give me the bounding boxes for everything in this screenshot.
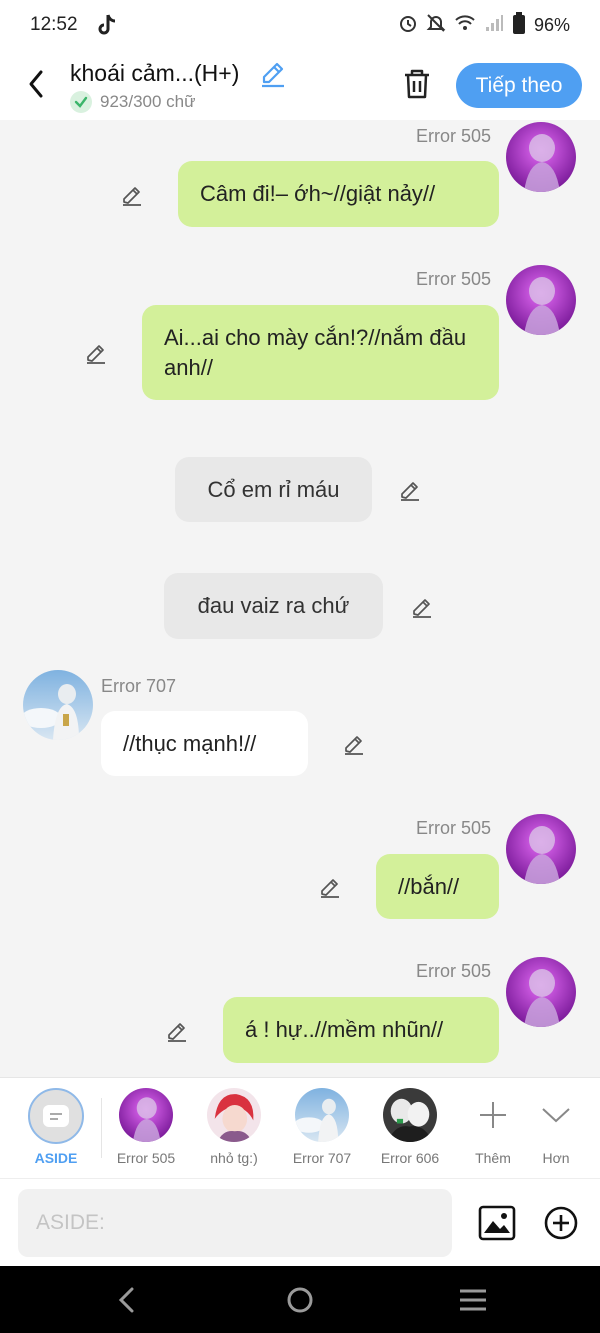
wifi-icon xyxy=(454,13,476,38)
speaker-name: Error 505 xyxy=(416,961,492,981)
divider xyxy=(101,1098,102,1158)
speaker-name: Error 505 xyxy=(416,126,492,146)
speaker-name: Error 707 xyxy=(101,676,177,696)
nav-home-button[interactable] xyxy=(286,1286,314,1319)
character-error-505[interactable]: Error 505 xyxy=(106,1088,186,1166)
more-characters-button[interactable]: Hơn xyxy=(516,1088,596,1166)
pencil-icon[interactable] xyxy=(84,341,108,365)
speaker-name: Error 505 xyxy=(416,269,492,289)
character-selector: ASIDE Error 505 nhỏ tg:) Error 707 Error… xyxy=(0,1077,600,1178)
plus-circle-icon xyxy=(544,1206,578,1240)
system-nav-bar xyxy=(0,1266,600,1333)
status-bar: 12:52 96% xyxy=(0,0,600,50)
home-icon xyxy=(287,1287,313,1313)
nav-recents-button[interactable] xyxy=(458,1288,488,1317)
avatar[interactable] xyxy=(506,265,576,335)
character-label: Error 606 xyxy=(380,1150,440,1166)
pencil-icon[interactable] xyxy=(398,478,422,502)
avatar xyxy=(295,1088,349,1142)
avatar[interactable] xyxy=(23,670,93,740)
character-label: nhỏ tg:) xyxy=(210,1150,258,1166)
pencil-icon[interactable] xyxy=(410,595,434,619)
character-label: Hơn xyxy=(542,1150,570,1166)
avatar xyxy=(119,1088,173,1142)
signal-icon xyxy=(484,13,504,38)
chevron-down-icon xyxy=(516,1088,596,1142)
pencil-icon[interactable] xyxy=(318,875,342,899)
message-bubble[interactable]: //bắn// xyxy=(376,854,499,919)
message-input[interactable] xyxy=(18,1189,452,1257)
character-label: Error 505 xyxy=(116,1150,176,1166)
avatar[interactable] xyxy=(506,122,576,192)
pencil-icon[interactable] xyxy=(165,1019,189,1043)
tiktok-icon xyxy=(96,13,118,42)
battery-icon xyxy=(512,12,526,39)
edit-title-button[interactable] xyxy=(258,58,288,93)
aside-bubble[interactable]: đau vaiz ra chứ xyxy=(164,573,383,639)
character-label: Error 707 xyxy=(292,1150,352,1166)
back-button[interactable] xyxy=(20,66,52,102)
word-count: 923/300 chữ xyxy=(70,91,196,113)
image-icon xyxy=(478,1205,516,1241)
pencil-icon xyxy=(262,62,284,88)
chat-area[interactable]: Error 505 Câm đi!– ớh~//giật nảy// Error… xyxy=(0,120,600,1077)
avatar[interactable] xyxy=(506,957,576,1027)
check-icon xyxy=(70,91,92,113)
mute-icon xyxy=(426,13,446,38)
pencil-icon[interactable] xyxy=(120,183,144,207)
character-nho-tg[interactable]: nhỏ tg:) xyxy=(194,1088,274,1166)
character-error-606[interactable]: Error 606 xyxy=(370,1088,450,1166)
back-icon xyxy=(118,1287,134,1313)
message-bubble[interactable]: Ai...ai cho mày cắn!?//nắm đầu anh// xyxy=(142,305,499,400)
trash-icon xyxy=(405,69,429,99)
next-button[interactable]: Tiếp theo xyxy=(456,63,582,108)
aside-icon xyxy=(28,1088,84,1144)
add-button[interactable] xyxy=(544,1206,578,1245)
battery-percentage: 96% xyxy=(533,15,570,35)
alarm-icon xyxy=(398,13,418,38)
character-error-707[interactable]: Error 707 xyxy=(282,1088,362,1166)
status-time: 12:52 xyxy=(30,14,78,35)
insert-image-button[interactable] xyxy=(478,1205,516,1246)
aside-bubble[interactable]: Cổ em rỉ máu xyxy=(175,457,372,522)
message-bubble[interactable]: Câm đi!– ớh~//giật nảy// xyxy=(178,161,499,227)
avatar[interactable] xyxy=(506,814,576,884)
speaker-name: Error 505 xyxy=(416,818,492,838)
message-bubble[interactable]: //thục mạnh!// xyxy=(101,711,308,776)
avatar xyxy=(207,1088,261,1142)
page-title: khoái cảm...(H+) xyxy=(70,60,240,86)
avatar xyxy=(383,1088,437,1142)
pencil-icon[interactable] xyxy=(342,732,366,756)
menu-icon xyxy=(460,1289,486,1311)
back-arrow-icon xyxy=(29,70,43,98)
header: khoái cảm...(H+) 923/300 chữ Tiếp theo xyxy=(0,50,600,120)
word-count-text: 923/300 chữ xyxy=(100,92,196,111)
character-aside[interactable]: ASIDE xyxy=(16,1088,96,1166)
character-label: ASIDE xyxy=(34,1150,78,1166)
input-bar xyxy=(0,1178,600,1266)
nav-back-button[interactable] xyxy=(114,1286,140,1319)
delete-button[interactable] xyxy=(402,68,432,105)
message-bubble[interactable]: á ! hự..//mềm nhũn// xyxy=(223,997,499,1063)
